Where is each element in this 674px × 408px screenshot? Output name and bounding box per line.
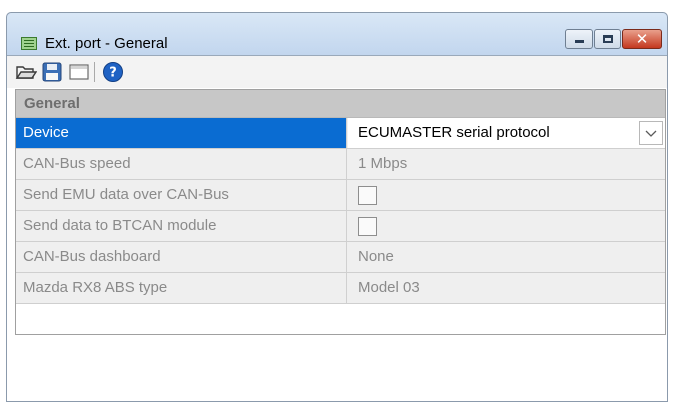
property-row-send-btcan[interactable]: Send data to BTCAN module xyxy=(16,211,665,242)
blank-page-icon[interactable] xyxy=(68,61,90,83)
property-label: CAN-Bus dashboard xyxy=(16,242,347,272)
property-row-can-speed[interactable]: CAN-Bus speed 1 Mbps xyxy=(16,149,665,180)
device-dropdown[interactable]: ECUMASTER serial protocol xyxy=(348,118,665,148)
property-row-can-dashboard[interactable]: CAN-Bus dashboard None xyxy=(16,242,665,273)
close-icon: ✕ xyxy=(635,30,649,48)
toolbar: ? xyxy=(7,56,667,88)
property-label: Mazda RX8 ABS type xyxy=(16,273,347,303)
property-value[interactable]: Model 03 xyxy=(348,273,665,303)
property-row-send-emu-data[interactable]: Send EMU data over CAN-Bus xyxy=(16,180,665,211)
category-header[interactable]: General xyxy=(16,90,665,118)
chevron-down-icon xyxy=(645,130,657,137)
grid-empty-area xyxy=(16,304,665,334)
send-emu-data-checkbox[interactable] xyxy=(358,186,377,205)
title-bar[interactable]: Ext. port - General ✕ xyxy=(7,13,667,55)
folder-open-icon[interactable] xyxy=(15,61,38,83)
property-value-cell xyxy=(348,180,665,210)
floppy-save-icon[interactable] xyxy=(41,61,63,83)
window-title: Ext. port - General xyxy=(45,35,168,52)
panel-icon xyxy=(21,37,37,50)
send-btcan-checkbox[interactable] xyxy=(358,217,377,236)
property-value-cell xyxy=(348,211,665,241)
property-label: CAN-Bus speed xyxy=(16,149,347,179)
dropdown-button[interactable] xyxy=(639,121,663,145)
minimize-icon xyxy=(575,40,584,43)
maximize-icon xyxy=(603,35,613,43)
property-grid: General Device ECUMASTER serial protocol… xyxy=(15,89,666,335)
minimize-button[interactable] xyxy=(565,29,593,49)
client-area: ? General Device ECUMASTER serial protoc… xyxy=(7,55,667,401)
maximize-button[interactable] xyxy=(594,29,621,49)
property-row-rx8-abs[interactable]: Mazda RX8 ABS type Model 03 xyxy=(16,273,665,304)
property-label: Send EMU data over CAN-Bus xyxy=(16,180,347,210)
svg-text:?: ? xyxy=(109,66,117,81)
device-value: ECUMASTER serial protocol xyxy=(358,124,550,141)
property-label: Device xyxy=(16,118,347,148)
property-value[interactable]: None xyxy=(348,242,665,272)
property-label: Send data to BTCAN module xyxy=(16,211,347,241)
properties-window: Ext. port - General ✕ ? General Device E… xyxy=(6,12,668,402)
help-icon[interactable]: ? xyxy=(102,61,124,83)
close-button[interactable]: ✕ xyxy=(622,29,662,49)
property-row-device[interactable]: Device ECUMASTER serial protocol xyxy=(16,118,665,149)
property-value[interactable]: 1 Mbps xyxy=(348,149,665,179)
toolbar-separator xyxy=(94,62,95,82)
